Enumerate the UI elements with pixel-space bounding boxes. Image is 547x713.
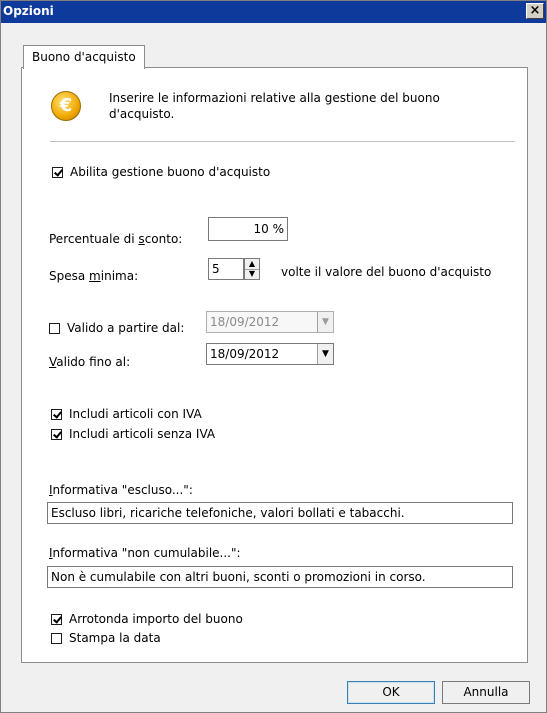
valid-from-label: Valido a partire dal: bbox=[67, 321, 185, 335]
min-spend-label: Spesa minima: bbox=[49, 269, 139, 283]
enable-voucher-checkbox[interactable] bbox=[52, 167, 63, 178]
non-cumulative-label: Informativa "non cumulabile...": bbox=[49, 546, 241, 560]
excluded-label: Informativa "escluso...": bbox=[49, 483, 193, 497]
include-vat-label: Includi articoli con IVA bbox=[69, 407, 202, 421]
min-spend-spinner[interactable]: ▲ ▼ bbox=[244, 258, 260, 280]
print-date-checkbox[interactable] bbox=[51, 633, 62, 644]
min-spend-suffix: volte il valore del buono d'acquisto bbox=[281, 265, 492, 279]
valid-to-dropdown-icon[interactable]: ▼ bbox=[317, 344, 333, 364]
include-no-vat-checkbox[interactable] bbox=[51, 429, 62, 440]
discount-input[interactable]: 10 % bbox=[208, 217, 288, 241]
euro-coin-icon: € bbox=[51, 91, 81, 121]
options-dialog: Opzioni × Buono d'acquisto € Inserire le… bbox=[0, 0, 547, 713]
valid-from-date-combo[interactable]: 18/09/2012 ▼ bbox=[206, 311, 334, 333]
enable-voucher-label: Abilita gestione buono d'acquisto bbox=[70, 165, 271, 179]
window-title: Opzioni bbox=[3, 4, 54, 18]
cancel-button[interactable]: Annulla bbox=[442, 681, 530, 704]
title-bar: Opzioni × bbox=[1, 1, 546, 23]
include-vat-checkbox[interactable] bbox=[51, 409, 62, 420]
non-cumulative-input[interactable]: Non è cumulabile con altri buoni, sconti… bbox=[47, 566, 513, 588]
info-text: Inserire le informazioni relative alla g… bbox=[109, 91, 440, 121]
valid-to-date-value: 18/09/2012 bbox=[210, 347, 280, 361]
close-button[interactable]: × bbox=[526, 3, 544, 19]
valid-from-checkbox[interactable] bbox=[49, 323, 60, 334]
include-no-vat-label: Includi articoli senza IVA bbox=[69, 427, 216, 441]
discount-label: Percentuale di sconto: bbox=[49, 232, 183, 246]
round-amount-checkbox[interactable] bbox=[51, 614, 62, 625]
min-spend-input[interactable]: 5 bbox=[208, 258, 244, 280]
valid-to-label: Valido fino al: bbox=[49, 355, 131, 369]
ok-button[interactable]: OK bbox=[347, 681, 435, 704]
spin-down-icon[interactable]: ▼ bbox=[245, 269, 259, 279]
excluded-input[interactable]: Escluso libri, ricariche telefoniche, va… bbox=[47, 502, 513, 524]
round-amount-label: Arrotonda importo del buono bbox=[69, 612, 243, 626]
tab-buono-acquisto[interactable]: Buono d'acquisto bbox=[23, 45, 145, 69]
valid-to-date-combo[interactable]: 18/09/2012 ▼ bbox=[206, 343, 334, 365]
valid-from-dropdown-icon[interactable]: ▼ bbox=[317, 312, 333, 332]
valid-from-date-value: 18/09/2012 bbox=[210, 315, 280, 329]
separator bbox=[50, 141, 515, 143]
print-date-label: Stampa la data bbox=[69, 631, 161, 645]
